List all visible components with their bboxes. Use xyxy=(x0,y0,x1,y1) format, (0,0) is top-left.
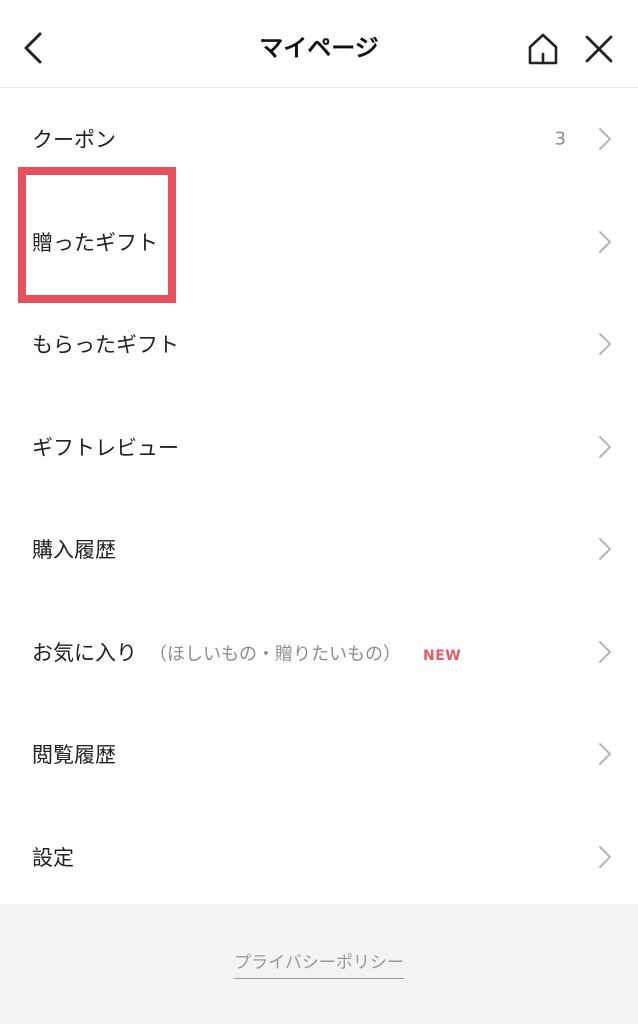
home-icon xyxy=(528,33,558,65)
favorites-subtext: （ほしいもの・贈りたいもの） xyxy=(149,643,401,665)
menu-item-browsing-history[interactable]: 閲覧履歴 xyxy=(0,703,638,806)
home-button[interactable] xyxy=(524,30,562,68)
menu-item-received-gifts[interactable]: もらったギフト xyxy=(0,293,638,396)
menu-item-label: クーポン xyxy=(32,128,116,153)
close-button[interactable] xyxy=(580,30,618,68)
menu-item-label: 購入履歴 xyxy=(32,538,116,563)
menu-item-purchase-history[interactable]: 購入履歴 xyxy=(0,498,638,601)
chevron-right-icon xyxy=(599,845,611,868)
chevron-right-icon xyxy=(599,128,611,151)
mypage-menu: クーポン 3 贈ったギフト もらったギフト ギフトレビュー 購入履歴 お気に入り… xyxy=(0,88,638,908)
close-icon xyxy=(585,35,613,63)
menu-item-label: 設定 xyxy=(32,845,74,870)
menu-item-label: 贈ったギフト xyxy=(32,230,158,255)
footer: プライバシーポリシー xyxy=(0,904,638,1024)
menu-item-sent-gifts[interactable]: 贈ったギフト xyxy=(0,191,638,294)
header-bar: マイページ xyxy=(0,0,638,88)
chevron-right-icon xyxy=(599,333,611,356)
menu-item-favorites[interactable]: お気に入り （ほしいもの・贈りたいもの） NEW xyxy=(0,601,638,704)
menu-item-label: お気に入り （ほしいもの・贈りたいもの） NEW xyxy=(32,637,461,667)
chevron-right-icon xyxy=(599,435,611,458)
chevron-right-icon xyxy=(599,640,611,663)
chevron-right-icon xyxy=(599,538,611,561)
menu-item-coupon[interactable]: クーポン 3 xyxy=(0,88,638,191)
menu-item-label: もらったギフト xyxy=(32,333,179,358)
menu-item-settings[interactable]: 設定 xyxy=(0,806,638,909)
menu-item-label: ギフトレビュー xyxy=(32,435,179,460)
privacy-policy-link[interactable]: プライバシーポリシー xyxy=(234,953,404,979)
coupon-count: 3 xyxy=(554,128,566,150)
chevron-right-icon xyxy=(599,230,611,253)
new-badge: NEW xyxy=(423,647,462,664)
menu-item-label: 閲覧履歴 xyxy=(32,743,116,768)
menu-item-gift-review[interactable]: ギフトレビュー xyxy=(0,396,638,499)
chevron-right-icon xyxy=(599,743,611,766)
favorites-label: お気に入り xyxy=(32,640,137,665)
